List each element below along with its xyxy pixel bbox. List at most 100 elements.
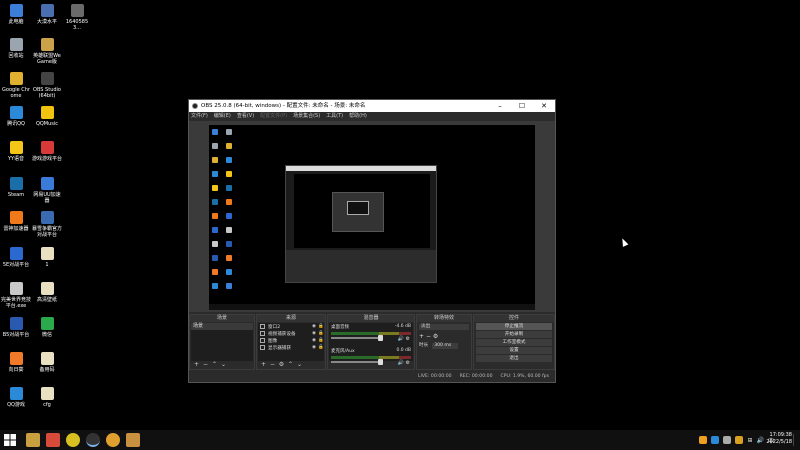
taskbar-app-icon[interactable] (126, 433, 140, 447)
desktop-icon[interactable]: 腾讯QQ (1, 106, 31, 127)
add-source-icon[interactable]: + (259, 361, 268, 368)
menu-profile[interactable]: 配置文件(P) (260, 112, 287, 121)
desktop-icon[interactable]: 雷神加速器 (1, 211, 31, 232)
lock-icon[interactable]: 🔒 (318, 324, 324, 329)
stop-streaming-button[interactable]: 停止推流 (476, 323, 552, 330)
tray-app-icon[interactable] (723, 436, 732, 444)
obs-titlebar[interactable]: OBS 25.0.8 (64-bit, windows) - 配置文件: 未命名… (189, 100, 555, 112)
desktop-icon[interactable]: 5E对战平台 (1, 247, 31, 268)
maximize-button[interactable]: ☐ (511, 100, 533, 112)
tray-app-icon[interactable] (711, 436, 720, 444)
preview-canvas[interactable] (209, 125, 535, 310)
remove-scene-icon[interactable]: − (201, 361, 210, 368)
chrome-taskbar-icon[interactable] (106, 433, 120, 447)
duration-input[interactable]: 300 ms (432, 343, 459, 349)
desktop-icon[interactable]: OBS Studio (64bit) (32, 72, 62, 99)
desktop-icon[interactable]: 1 (32, 247, 62, 268)
clock[interactable]: 17:09:38 2022/5/18 (766, 432, 792, 446)
obs-taskbar-icon[interactable] (86, 433, 100, 447)
tray-app-icon[interactable] (735, 436, 744, 444)
move-up-icon[interactable]: ⌃ (286, 361, 295, 368)
move-down-icon[interactable]: ⌄ (219, 361, 228, 368)
transition-select[interactable]: 淡出 (419, 324, 469, 330)
desktop-icon[interactable]: YY语音 (1, 141, 31, 162)
preview-desktop-icon (226, 199, 232, 205)
taskbar-app-icon[interactable] (46, 433, 60, 447)
volume-knob[interactable] (378, 335, 383, 341)
desktop-icon[interactable]: B5对战平台 (1, 317, 31, 338)
desktop-icon-label: QQMusic (35, 121, 59, 127)
app-icon (40, 317, 54, 330)
tray-app-icon[interactable] (699, 436, 708, 444)
scene-item[interactable]: 场景 (191, 323, 253, 330)
volume-slider[interactable] (331, 359, 383, 365)
desktop-icon[interactable]: 备用码 (32, 352, 62, 373)
obs-app-icon (192, 103, 198, 109)
desktop-icon[interactable]: 回收站 (1, 38, 31, 59)
gear-icon[interactable]: ⚙ (433, 333, 438, 340)
obs-window[interactable]: OBS 25.0.8 (64-bit, windows) - 配置文件: 未命名… (188, 99, 556, 383)
network-icon[interactable]: ⊞ (747, 437, 752, 444)
desktop-icon[interactable]: QQ游戏 (1, 387, 31, 408)
desktop-icon[interactable]: Steam (1, 177, 31, 198)
desktop-icon[interactable]: 微信 (32, 317, 62, 338)
source-name: 显示器捕获 (268, 345, 291, 351)
speaker-icon[interactable]: 🔊 (757, 437, 764, 444)
desktop-icon[interactable]: 游戏游戏平台 (32, 141, 62, 162)
app-icon (40, 38, 54, 51)
menu-help[interactable]: 帮助(H) (349, 112, 367, 121)
move-up-icon[interactable]: ⌃ (210, 361, 219, 368)
desktop-icon[interactable]: 16405853... (62, 4, 92, 31)
app-icon (40, 211, 54, 224)
lock-icon[interactable]: 🔒 (318, 345, 324, 350)
source-row[interactable]: 窗口2 ◉ 🔒 (258, 323, 324, 330)
desktop-icon[interactable]: 向日葵 (1, 352, 31, 373)
menu-view[interactable]: 查看(V) (237, 112, 254, 121)
desktop-icon[interactable]: QQMusic (32, 106, 62, 127)
close-button[interactable]: ✕ (533, 100, 555, 112)
exit-button[interactable]: 退出 (476, 355, 552, 362)
clock-date: 2022/5/18 (766, 439, 792, 445)
desktop-icon[interactable]: cfg (32, 387, 62, 408)
speaker-icon[interactable]: 🔊 (398, 360, 404, 366)
add-transition-icon[interactable]: + (419, 333, 424, 340)
gear-icon[interactable]: ⚙ (277, 361, 286, 368)
volume-knob[interactable] (378, 359, 383, 365)
studio-mode-button[interactable]: 工作室模式 (476, 339, 552, 346)
app-icon (40, 141, 54, 154)
gear-icon[interactable]: ⚙ (406, 360, 410, 366)
lock-icon[interactable]: 🔒 (318, 338, 324, 343)
gear-icon[interactable]: ⚙ (406, 336, 410, 342)
menu-scene-collection[interactable]: 场景集合(S) (293, 112, 320, 121)
menu-edit[interactable]: 编辑(E) (214, 112, 231, 121)
desktop-icon[interactable]: 大漠水平 (32, 4, 62, 25)
add-scene-icon[interactable]: + (192, 361, 201, 368)
desktop-icon[interactable]: 此电脑 (1, 4, 31, 25)
start-recording-button[interactable]: 开始录制 (476, 331, 552, 338)
menu-file[interactable]: 文件(F) (191, 112, 208, 121)
remove-transition-icon[interactable]: − (426, 333, 431, 340)
desktop-icon[interactable]: 高清壁纸 (32, 282, 62, 303)
source-row[interactable]: 显示器捕获 ◉ 🔒 (258, 344, 324, 351)
move-down-icon[interactable]: ⌄ (295, 361, 304, 368)
source-row[interactable]: 图像 ◉ 🔒 (258, 337, 324, 344)
desktop-icon[interactable]: 网易UU加速器 (32, 177, 62, 204)
show-desktop-button[interactable] (793, 434, 799, 446)
desktop-icon[interactable]: 英雄联盟WeGame版 (32, 38, 62, 65)
menu-tools[interactable]: 工具(T) (326, 112, 343, 121)
desktop-icon[interactable]: 暴雪争霸官方对战平台 (32, 211, 62, 238)
taskbar-app-icon[interactable] (66, 433, 80, 447)
windows-start-icon[interactable] (4, 434, 16, 446)
minimize-button[interactable]: – (489, 100, 511, 112)
settings-button[interactable]: 设置 (476, 347, 552, 354)
app-icon (9, 211, 23, 224)
desktop-icon[interactable]: 完美世界竞技平台.exe (1, 282, 31, 309)
remove-source-icon[interactable]: − (268, 361, 277, 368)
source-row[interactable]: 视频捕获设备 ◉ 🔒 (258, 330, 324, 337)
taskbar-app-icon[interactable] (26, 433, 40, 447)
lock-icon[interactable]: 🔒 (318, 331, 324, 336)
system-tray: ⊞ 🔊 中 (699, 432, 774, 448)
volume-slider[interactable] (331, 335, 383, 341)
desktop-icon[interactable]: Google Chrome (1, 72, 31, 99)
speaker-icon[interactable]: 🔊 (398, 336, 404, 342)
